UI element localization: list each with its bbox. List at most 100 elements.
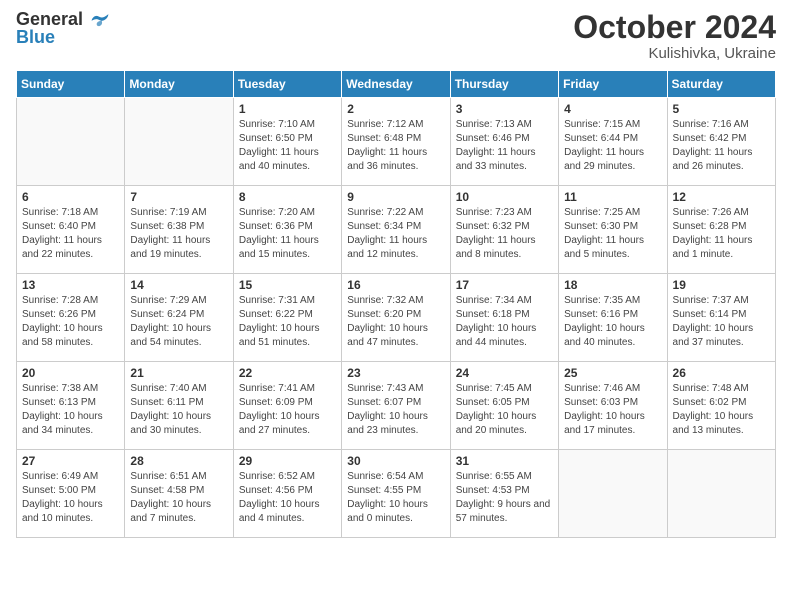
logo-general: General xyxy=(16,10,110,28)
day-number: 1 xyxy=(239,102,336,116)
day-info: Sunrise: 6:51 AM Sunset: 4:58 PM Dayligh… xyxy=(130,470,227,526)
day-info: Sunrise: 7:40 AM Sunset: 6:11 PM Dayligh… xyxy=(130,382,227,438)
weekday-header-row: Sunday Monday Tuesday Wednesday Thursday… xyxy=(17,71,776,98)
day-info: Sunrise: 7:38 AM Sunset: 6:13 PM Dayligh… xyxy=(22,382,119,438)
calendar-cell: 7 Sunrise: 7:19 AM Sunset: 6:38 PM Daylig… xyxy=(125,186,233,274)
day-number: 28 xyxy=(130,454,227,468)
day-info: Sunrise: 7:22 AM Sunset: 6:34 PM Dayligh… xyxy=(347,206,444,262)
day-number: 26 xyxy=(673,366,770,380)
bird-icon xyxy=(90,12,110,28)
day-info: Sunrise: 7:41 AM Sunset: 6:09 PM Dayligh… xyxy=(239,382,336,438)
calendar-week-row: 6 Sunrise: 7:18 AM Sunset: 6:40 PM Daylig… xyxy=(17,186,776,274)
header: General Blue October 2024 Kulishivka, Uk… xyxy=(16,10,776,62)
calendar-cell: 18Sunrise: 7:35 AM Sunset: 6:16 PM Dayli… xyxy=(559,274,667,362)
calendar-cell: 10 Sunrise: 7:23 AM Sunset: 6:32 PM Dayli… xyxy=(450,186,558,274)
calendar-cell: 30 Sunrise: 6:54 AM Sunset: 4:55 PM Dayli… xyxy=(342,450,450,538)
day-info: Sunrise: 6:55 AM Sunset: 4:53 PM Dayligh… xyxy=(456,470,553,526)
calendar-cell: 16Sunrise: 7:32 AM Sunset: 6:20 PM Dayli… xyxy=(342,274,450,362)
day-info: Sunrise: 7:19 AM Sunset: 6:38 PM Dayligh… xyxy=(130,206,227,262)
day-number: 21 xyxy=(130,366,227,380)
calendar-cell: 31 Sunrise: 6:55 AM Sunset: 4:53 PM Dayli… xyxy=(450,450,558,538)
day-info: Sunrise: 7:43 AM Sunset: 6:07 PM Dayligh… xyxy=(347,382,444,438)
calendar-week-row: 27 Sunrise: 6:49 AM Sunset: 5:00 PM Dayli… xyxy=(17,450,776,538)
day-number: 31 xyxy=(456,454,553,468)
day-number: 2 xyxy=(347,102,444,116)
calendar-cell: 19 Sunrise: 7:37 AM Sunset: 6:14 PM Dayli… xyxy=(667,274,775,362)
day-number: 19 xyxy=(673,278,770,292)
location-title: Kulishivka, Ukraine xyxy=(573,45,776,62)
day-number: 4 xyxy=(564,102,661,116)
month-title: October 2024 xyxy=(573,10,776,45)
day-number: 7 xyxy=(130,190,227,204)
calendar-cell: 15Sunrise: 7:31 AM Sunset: 6:22 PM Dayli… xyxy=(233,274,341,362)
calendar-week-row: 20Sunrise: 7:38 AM Sunset: 6:13 PM Dayli… xyxy=(17,362,776,450)
day-info: Sunrise: 7:23 AM Sunset: 6:32 PM Dayligh… xyxy=(456,206,553,262)
calendar-table: Sunday Monday Tuesday Wednesday Thursday… xyxy=(16,70,776,538)
calendar-cell: 23 Sunrise: 7:43 AM Sunset: 6:07 PM Dayli… xyxy=(342,362,450,450)
logo-wrapper: General Blue xyxy=(16,10,110,46)
day-info: Sunrise: 7:28 AM Sunset: 6:26 PM Dayligh… xyxy=(22,294,119,350)
calendar-cell xyxy=(125,98,233,186)
calendar-cell xyxy=(559,450,667,538)
day-number: 11 xyxy=(564,190,661,204)
day-info: Sunrise: 7:48 AM Sunset: 6:02 PM Dayligh… xyxy=(673,382,770,438)
calendar-cell: 3 Sunrise: 7:13 AM Sunset: 6:46 PM Daylig… xyxy=(450,98,558,186)
calendar-cell: 2 Sunrise: 7:12 AM Sunset: 6:48 PM Daylig… xyxy=(342,98,450,186)
header-wednesday: Wednesday xyxy=(342,71,450,98)
day-info: Sunrise: 6:54 AM Sunset: 4:55 PM Dayligh… xyxy=(347,470,444,526)
calendar-cell xyxy=(667,450,775,538)
day-info: Sunrise: 6:49 AM Sunset: 5:00 PM Dayligh… xyxy=(22,470,119,526)
day-number: 14 xyxy=(130,278,227,292)
day-info: Sunrise: 7:37 AM Sunset: 6:14 PM Dayligh… xyxy=(673,294,770,350)
calendar-cell: 4 Sunrise: 7:15 AM Sunset: 6:44 PM Daylig… xyxy=(559,98,667,186)
calendar-cell: 12 Sunrise: 7:26 AM Sunset: 6:28 PM Dayli… xyxy=(667,186,775,274)
day-info: Sunrise: 7:16 AM Sunset: 6:42 PM Dayligh… xyxy=(673,118,770,174)
day-info: Sunrise: 7:26 AM Sunset: 6:28 PM Dayligh… xyxy=(673,206,770,262)
day-info: Sunrise: 7:12 AM Sunset: 6:48 PM Dayligh… xyxy=(347,118,444,174)
day-info: Sunrise: 7:45 AM Sunset: 6:05 PM Dayligh… xyxy=(456,382,553,438)
calendar-cell: 5 Sunrise: 7:16 AM Sunset: 6:42 PM Daylig… xyxy=(667,98,775,186)
header-friday: Friday xyxy=(559,71,667,98)
calendar-cell: 1 Sunrise: 7:10 AM Sunset: 6:50 PM Daylig… xyxy=(233,98,341,186)
day-number: 3 xyxy=(456,102,553,116)
calendar-cell: 14 Sunrise: 7:29 AM Sunset: 6:24 PM Dayli… xyxy=(125,274,233,362)
calendar-cell: 17Sunrise: 7:34 AM Sunset: 6:18 PM Dayli… xyxy=(450,274,558,362)
day-number: 5 xyxy=(673,102,770,116)
day-number: 9 xyxy=(347,190,444,204)
day-number: 24 xyxy=(456,366,553,380)
day-info: Sunrise: 7:29 AM Sunset: 6:24 PM Dayligh… xyxy=(130,294,227,350)
calendar-cell: 24 Sunrise: 7:45 AM Sunset: 6:05 PM Dayli… xyxy=(450,362,558,450)
day-number: 23 xyxy=(347,366,444,380)
title-block: October 2024 Kulishivka, Ukraine xyxy=(573,10,776,62)
logo: General Blue xyxy=(16,10,110,46)
day-info: Sunrise: 7:32 AM Sunset: 6:20 PM Dayligh… xyxy=(347,294,444,350)
day-number: 13 xyxy=(22,278,119,292)
day-info: Sunrise: 7:35 AM Sunset: 6:16 PM Dayligh… xyxy=(564,294,661,350)
header-thursday: Thursday xyxy=(450,71,558,98)
day-number: 29 xyxy=(239,454,336,468)
day-number: 6 xyxy=(22,190,119,204)
day-info: Sunrise: 7:18 AM Sunset: 6:40 PM Dayligh… xyxy=(22,206,119,262)
calendar-week-row: 1 Sunrise: 7:10 AM Sunset: 6:50 PM Daylig… xyxy=(17,98,776,186)
day-info: Sunrise: 7:15 AM Sunset: 6:44 PM Dayligh… xyxy=(564,118,661,174)
day-number: 30 xyxy=(347,454,444,468)
day-info: Sunrise: 7:10 AM Sunset: 6:50 PM Dayligh… xyxy=(239,118,336,174)
day-number: 22 xyxy=(239,366,336,380)
calendar-cell: 9 Sunrise: 7:22 AM Sunset: 6:34 PM Daylig… xyxy=(342,186,450,274)
calendar-cell: 27 Sunrise: 6:49 AM Sunset: 5:00 PM Dayli… xyxy=(17,450,125,538)
calendar-cell: 6 Sunrise: 7:18 AM Sunset: 6:40 PM Daylig… xyxy=(17,186,125,274)
day-number: 27 xyxy=(22,454,119,468)
header-tuesday: Tuesday xyxy=(233,71,341,98)
calendar-page: General Blue October 2024 Kulishivka, Uk… xyxy=(0,0,792,612)
day-number: 8 xyxy=(239,190,336,204)
day-info: Sunrise: 7:34 AM Sunset: 6:18 PM Dayligh… xyxy=(456,294,553,350)
day-info: Sunrise: 7:13 AM Sunset: 6:46 PM Dayligh… xyxy=(456,118,553,174)
day-number: 10 xyxy=(456,190,553,204)
calendar-cell: 21 Sunrise: 7:40 AM Sunset: 6:11 PM Dayli… xyxy=(125,362,233,450)
calendar-cell: 20Sunrise: 7:38 AM Sunset: 6:13 PM Dayli… xyxy=(17,362,125,450)
day-number: 12 xyxy=(673,190,770,204)
day-info: Sunrise: 7:31 AM Sunset: 6:22 PM Dayligh… xyxy=(239,294,336,350)
calendar-cell: 29 Sunrise: 6:52 AM Sunset: 4:56 PM Dayli… xyxy=(233,450,341,538)
day-info: Sunrise: 6:52 AM Sunset: 4:56 PM Dayligh… xyxy=(239,470,336,526)
calendar-cell: 25Sunrise: 7:46 AM Sunset: 6:03 PM Dayli… xyxy=(559,362,667,450)
